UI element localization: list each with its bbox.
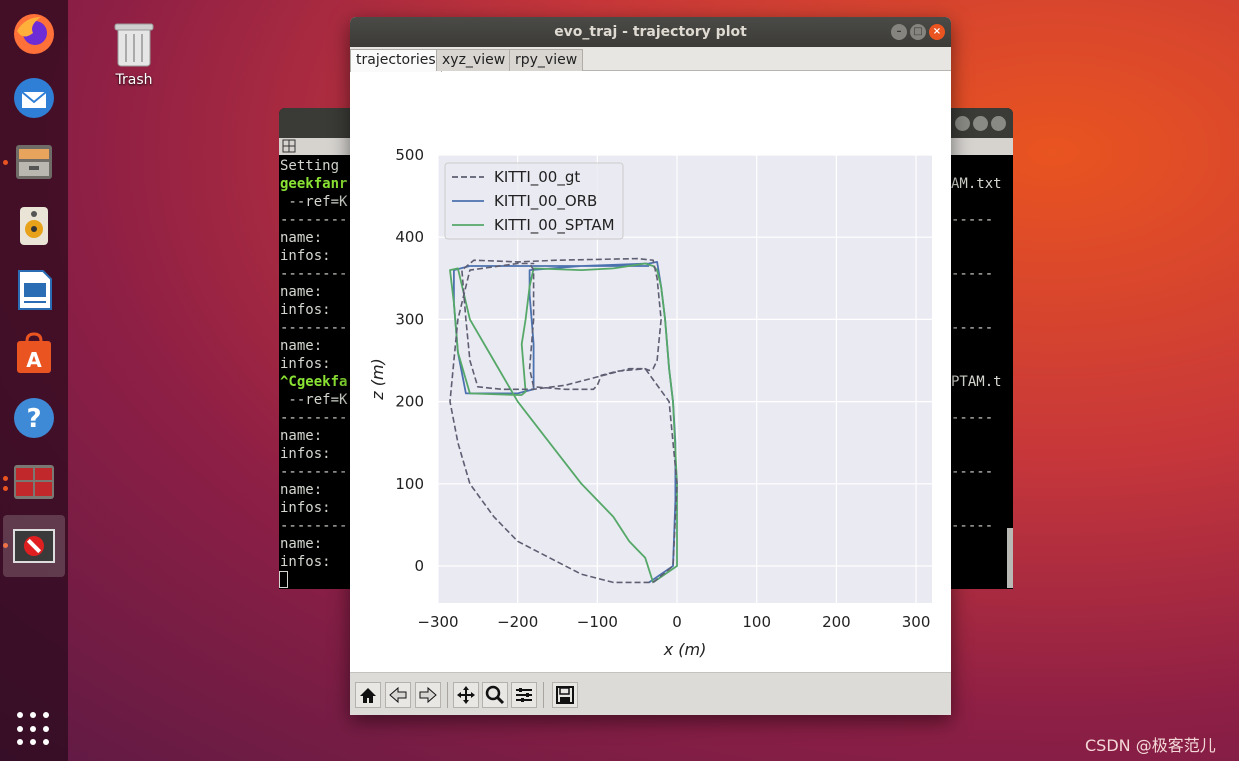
terminal-line: -------- [280,410,348,426]
minimize-button[interactable] [955,116,970,131]
watermark: CSDN @极客范儿 [1085,736,1216,755]
minimize-button[interactable]: – [891,24,907,40]
svg-text:A: A [26,348,42,372]
terminal-scrollbar[interactable] [1007,528,1013,588]
terminal-line: -------- [280,266,348,282]
files-icon[interactable] [8,136,60,188]
terminal-line-fragment: PTAM.t [951,374,1002,390]
terminal-line: infos: [280,356,331,372]
window-title: evo_traj - trajectory plot [554,24,747,40]
svg-text:?: ? [26,404,41,434]
zoom-icon[interactable] [482,682,508,708]
terminal-line: infos: [280,554,331,570]
terminal-line: --ref=K [280,194,348,210]
plot-toolbar [350,672,951,715]
x-tick-label: −300 [417,613,458,631]
terminal-line: infos: [280,446,331,462]
terminal-line-fragment: ----- [951,410,994,426]
x-axis-label: x (m) [663,640,707,659]
y-tick-label: 0 [414,557,424,575]
trajectory-plot[interactable]: −300 −200 −100 0 100 200 300 0 100 200 300 400 500 x … [350,71,951,672]
x-tick-label: −200 [497,613,538,631]
terminal-line: -------- [280,212,348,228]
terminal-line-fragment: ----- [951,212,994,228]
thunderbird-icon[interactable] [8,72,60,124]
terminal-line: name: [280,338,323,354]
layout-icon[interactable] [282,139,296,153]
help-icon[interactable]: ? [8,392,60,444]
x-tick-label: −100 [577,613,618,631]
figure-window[interactable]: evo_traj - trajectory plot – □ × traject… [350,17,951,715]
tab-trajectories[interactable]: trajectories [350,49,442,72]
terminal-line-fragment: ----- [951,266,994,282]
back-icon[interactable] [385,682,411,708]
terminal-line: -------- [280,518,348,534]
cursor [279,571,288,588]
legend-entry: KITTI_00_gt [494,168,580,187]
terminal-line-fragment: ----- [951,320,994,336]
trash-label: Trash [115,72,153,88]
y-tick-label: 300 [395,310,424,328]
terminal-line: -------- [280,320,348,336]
terminal-line: name: [280,428,323,444]
maximize-button[interactable] [973,116,988,131]
terminal-line: geekfanr [280,176,348,192]
writer-icon[interactable] [8,264,60,316]
toolbar-separator [447,682,448,708]
terminal-line-fragment: ----- [951,464,994,480]
terminal-line-fragment: AM.txt [951,176,1002,192]
tab-bar: trajectories xyz_view rpy_view [350,47,951,72]
close-button[interactable]: × [929,24,945,40]
terminal-line: name: [280,482,323,498]
y-tick-label: 400 [395,228,424,246]
forward-icon[interactable] [415,682,441,708]
terminal-line: -------- [280,464,348,480]
window-titlebar[interactable]: evo_traj - trajectory plot – □ × [350,17,951,47]
terminal-line: --ref=K [280,392,348,408]
show-applications-button[interactable] [17,712,51,746]
terminal-line: Setting [280,158,340,174]
save-icon[interactable] [552,682,578,708]
x-tick-label: 100 [742,613,771,631]
x-tick-label: 200 [822,613,851,631]
terminal-icon[interactable] [8,456,60,508]
terminal-line-fragment: ----- [951,518,994,534]
legend-entry: KITTI_00_SPTAM [494,216,615,235]
y-tick-label: 500 [395,146,424,164]
trash-icon [114,23,154,67]
rhythmbox-icon[interactable] [8,200,60,252]
y-tick-label: 100 [395,475,424,493]
terminal-line: infos: [280,500,331,516]
terminal-line: name: [280,284,323,300]
configure-icon[interactable] [511,682,537,708]
terminal-line: name: [280,230,323,246]
x-tick-label: 300 [902,613,931,631]
software-icon[interactable]: A [8,328,60,380]
toolbar-separator [543,682,544,708]
terminal-line: ^Cgeekfa [280,374,348,390]
terminal-line: name: [280,536,323,552]
pan-icon[interactable] [453,682,479,708]
trash-desktop-item[interactable]: Trash [104,20,164,88]
terminal-line: infos: [280,302,331,318]
close-button[interactable] [991,116,1006,131]
dock: A ? [0,0,68,761]
y-axis-label: z (m) [368,358,387,401]
home-icon[interactable] [355,682,381,708]
firefox-icon[interactable] [8,8,60,60]
figure-window-icon[interactable] [3,515,65,577]
maximize-button[interactable]: □ [910,24,926,40]
tab-rpy-view[interactable]: rpy_view [509,49,584,71]
tab-xyz-view[interactable]: xyz_view [436,49,512,71]
terminal-line: infos: [280,248,331,264]
y-tick-label: 200 [395,393,424,411]
legend-entry: KITTI_00_ORB [494,192,597,211]
x-tick-label: 0 [672,613,682,631]
